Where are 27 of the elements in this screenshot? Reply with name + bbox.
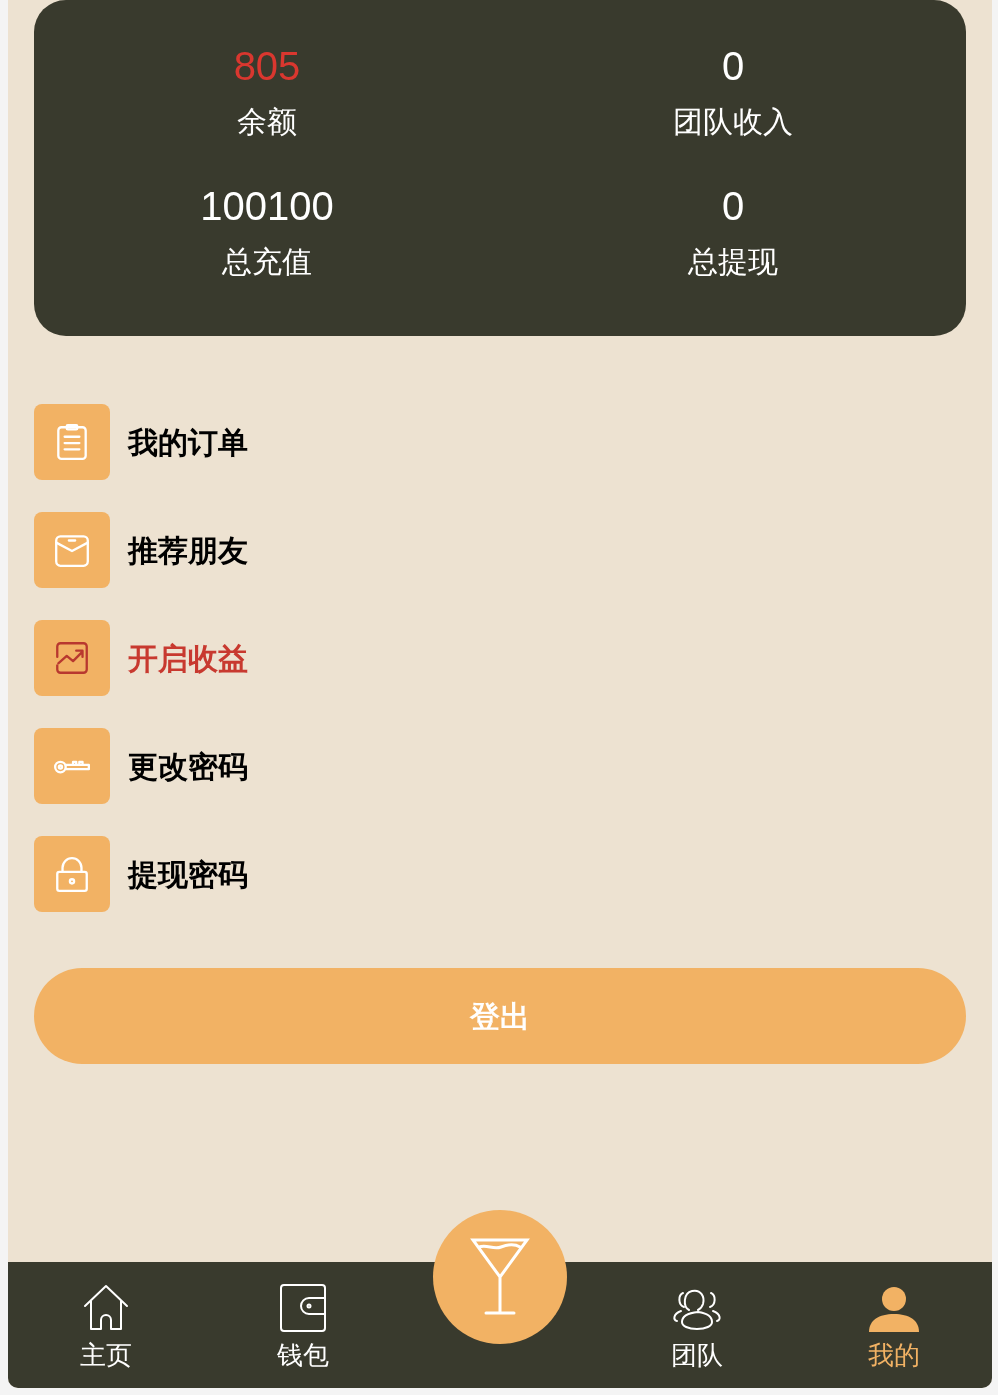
menu-item[interactable]: 推荐朋友 (34, 512, 966, 588)
menu-label: 更改密码 (128, 748, 248, 785)
menu-item[interactable]: 提现密码 (34, 836, 966, 912)
menu-label: 推荐朋友 (128, 532, 248, 569)
menu-item[interactable]: 开启收益 (34, 620, 966, 696)
cocktail-glass-icon (470, 1237, 530, 1317)
home-icon (82, 1284, 131, 1332)
menu-item[interactable]: 我的订单 (34, 404, 966, 480)
menu-label: 我的订单 (128, 424, 248, 461)
menu-label: 开启收益 (128, 640, 248, 677)
user-icon (868, 1286, 919, 1332)
nav-tab[interactable]: 我的 (795, 1262, 992, 1388)
stat-value: 805 (233, 43, 301, 90)
nav-tab[interactable]: 团队 (598, 1262, 796, 1388)
nav-tab[interactable]: 主页 (8, 1262, 205, 1388)
stat-label: 团队收入 (673, 104, 793, 140)
stat-value: 0 (721, 183, 745, 230)
stat-label: 总充值 (222, 244, 312, 280)
menu-label: 提现密码 (128, 856, 248, 893)
stat-label: 余额 (237, 104, 297, 140)
stat-value: 0 (721, 43, 745, 90)
menu-item[interactable]: 更改密码 (34, 728, 966, 804)
stat-label: 总提现 (688, 244, 778, 280)
wallet-icon (279, 1284, 328, 1332)
stat-value: 100100 (200, 183, 334, 230)
nav-tab[interactable]: 钱包 (204, 1262, 402, 1388)
team-icon (671, 1288, 722, 1332)
